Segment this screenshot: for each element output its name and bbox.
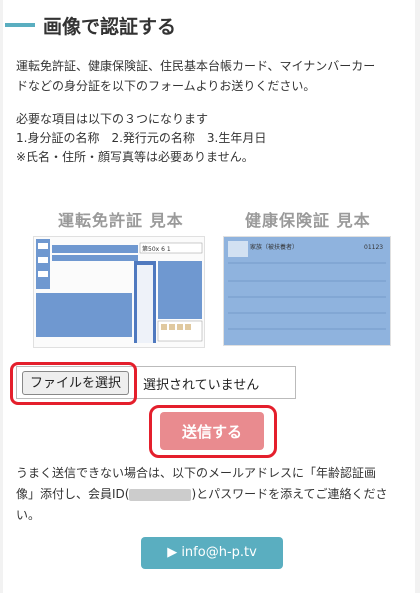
help-line-2: 像」添付し、会員ID( )とパスワードを添えてご連絡くださ xyxy=(16,484,388,504)
license-sample-title: 運転免許証 見本 xyxy=(58,211,184,230)
license-number-text: 第50x 6 1 xyxy=(142,245,171,253)
help-line-2-start: 像」添付し、会員ID( xyxy=(16,487,130,501)
intro-line-1: 運転免許証、健康保険証、住民基本台帳カード、マイナンバーカー xyxy=(16,59,376,73)
insurance-sample-title: 健康保険証 見本 xyxy=(245,211,371,230)
send-button[interactable]: 送信する xyxy=(160,412,264,450)
requirements-line-2: 1.身分証の名称 2.発行元の名称 3.生年月日 xyxy=(16,131,267,145)
header-accent-bar xyxy=(5,23,35,27)
section-header: 画像で認証する xyxy=(3,10,415,40)
verification-panel: 画像で認証する 運転免許証、健康保険証、住民基本台帳カード、マイナンバーカー ド… xyxy=(3,0,415,593)
file-status-text: 選択されていません xyxy=(143,378,260,393)
insurance-card-sample-image: 家族（被扶養者） 01123 xyxy=(223,236,391,346)
sample-images: 運転免許証 見本 健康保険証 見本 第50x 6 1 家族（被扶養者） 0112… xyxy=(3,205,415,355)
email-contact-button[interactable]: ▶ info@h-p.tv xyxy=(141,537,283,569)
help-line-1: うまく送信できない場合は、以下のメールアドレスに「年齢認証画 xyxy=(16,466,377,480)
requirements-line-3: ※氏名・住所・顔写真等は必要ありません。 xyxy=(16,150,254,164)
intro-line-2: ドなどの身分証を以下のフォームよりお送りください。 xyxy=(16,79,316,93)
insurance-card-illustration: 家族（被扶養者） 01123 xyxy=(224,237,390,345)
choose-file-highlight xyxy=(10,362,137,405)
drivers-license-illustration: 第50x 6 1 xyxy=(34,237,204,347)
drivers-license-sample-image: 第50x 6 1 xyxy=(33,236,205,348)
help-line-3: い。 xyxy=(16,508,41,522)
requirements-line-1: 必要な項目は以下の３つになります xyxy=(16,112,209,126)
insurance-family-text: 家族（被扶養者） xyxy=(250,243,298,251)
help-line-2-end: )とパスワードを添えてご連絡くださ xyxy=(191,487,388,501)
page-title: 画像で認証する xyxy=(43,16,177,38)
member-id-redacted xyxy=(129,488,192,501)
insurance-code-text: 01123 xyxy=(364,244,383,251)
